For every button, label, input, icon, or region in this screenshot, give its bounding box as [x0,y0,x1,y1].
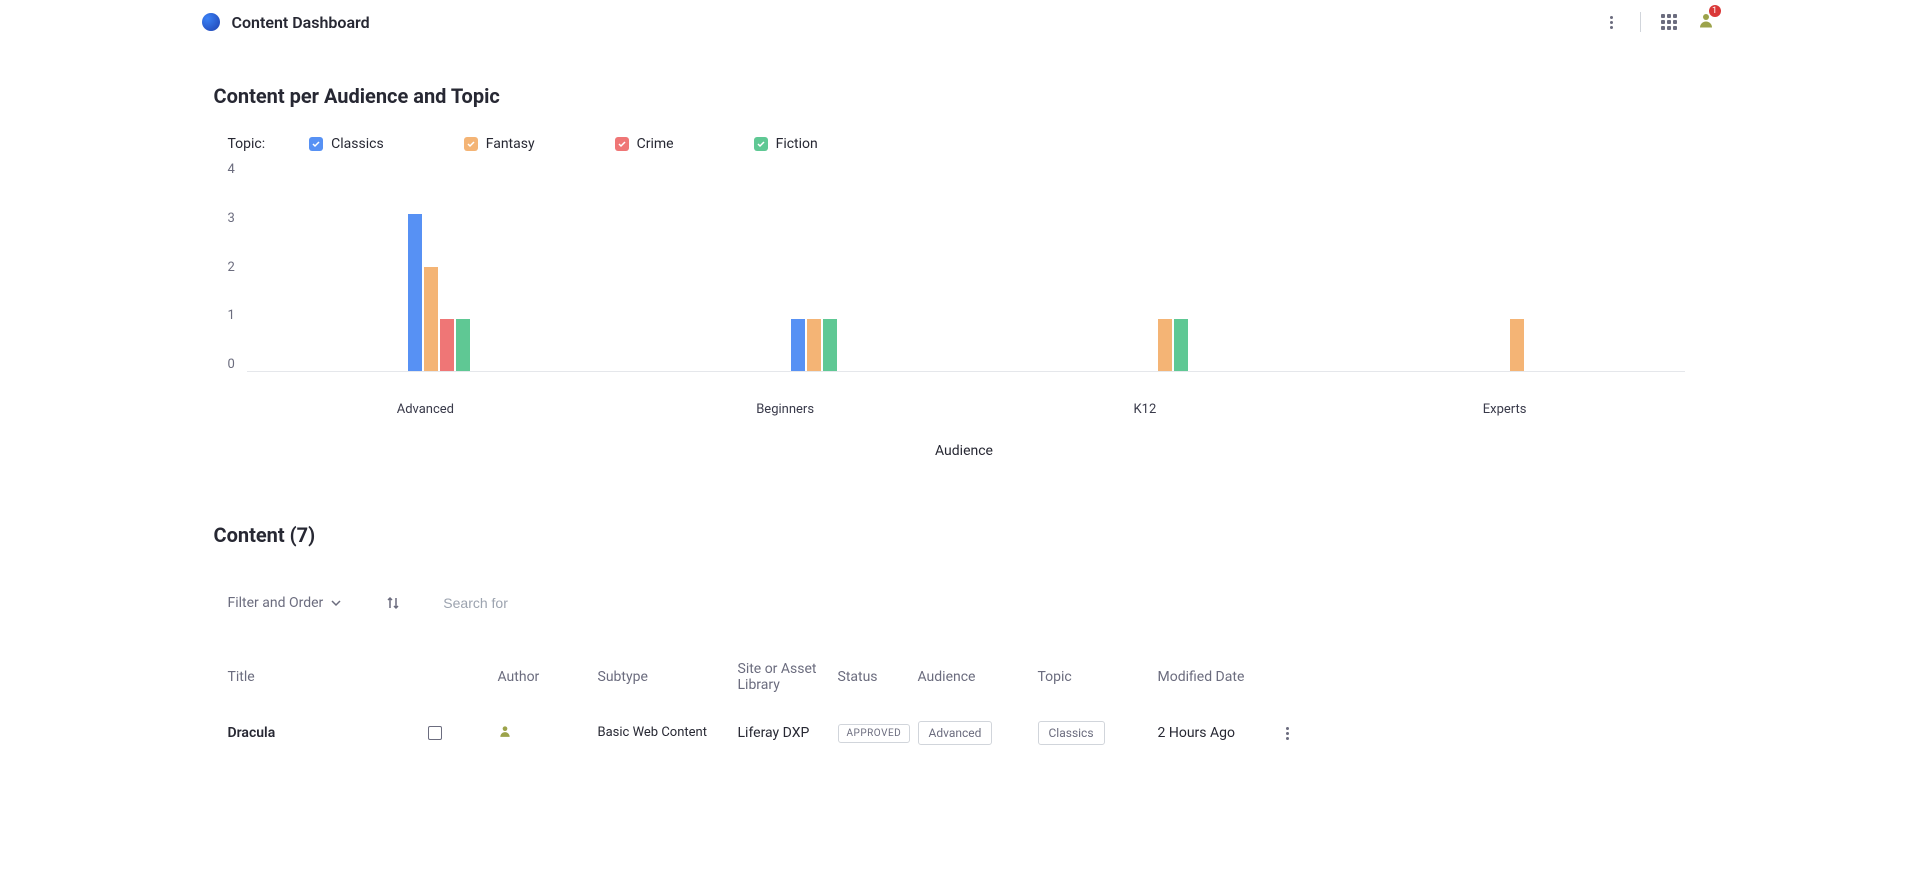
checkbox-icon [615,137,629,151]
status-badge: APPROVED [838,724,911,743]
search-button[interactable] [1691,593,1715,613]
y-tick: 2 [228,260,235,275]
bar-group [1158,162,1188,371]
y-tick: 4 [228,162,235,177]
filter-order-label: Filter and Order [228,595,324,611]
audience-tag: Advanced [918,721,993,745]
bar[interactable] [1174,319,1188,371]
y-tick: 1 [228,308,235,323]
bar-group [791,162,837,371]
legend-item-fantasy[interactable]: Fantasy [464,136,535,152]
user-icon [498,724,512,738]
table-header: Title Author Subtype Site or Asset Libra… [214,647,1715,707]
bar[interactable] [456,319,470,371]
cell-status: APPROVED [838,724,918,743]
search-wrap [431,587,1714,619]
legend-item-fiction[interactable]: Fiction [754,136,818,152]
legend-label: Crime [637,136,674,152]
caret-down-icon [331,598,341,608]
col-audience[interactable]: Audience [918,669,1038,685]
checkbox-icon [464,137,478,151]
bar-group [408,162,470,371]
chart-x-axis-label: Audience [214,443,1715,459]
row-menu-button[interactable] [1268,727,1308,740]
bar-group [1510,162,1524,371]
notification-badge: 1 [1709,5,1721,17]
sort-direction-button[interactable] [383,593,403,613]
legend-label: Fantasy [486,136,535,152]
bar[interactable] [1158,319,1172,371]
x-tick-label: Experts [1325,402,1685,417]
bar[interactable] [823,319,837,371]
chart-y-axis: 4 3 2 1 0 [228,162,247,372]
legend-label: Classics [331,136,384,152]
header-right: 1 [1602,11,1715,33]
checkbox-icon [754,137,768,151]
cell-topic: Classics [1038,721,1158,745]
bar[interactable] [408,214,422,371]
cell-subtype: Basic Web Content [598,725,738,742]
col-site[interactable]: Site or Asset Library [738,661,838,693]
cell-title: Dracula [228,725,428,741]
ellipsis-vertical-icon [1268,727,1308,740]
col-author[interactable]: Author [498,669,598,685]
document-icon [428,726,442,740]
filter-order-button[interactable]: Filter and Order [214,589,356,617]
apps-grid-icon [1661,14,1677,30]
legend-item-classics[interactable]: Classics [309,136,384,152]
sort-icon [385,595,401,611]
topic-tag: Classics [1038,721,1105,745]
col-topic[interactable]: Topic [1038,669,1158,685]
col-status[interactable]: Status [838,669,918,685]
cell-audience: Advanced [918,721,1038,745]
legend-item-crime[interactable]: Crime [615,136,674,152]
ellipsis-vertical-icon [1610,16,1613,29]
x-tick-label: Advanced [246,402,606,417]
y-tick: 3 [228,211,235,226]
x-tick-label: Beginners [605,402,965,417]
checkbox-icon [309,137,323,151]
header-divider [1640,12,1641,32]
bar[interactable] [424,267,438,372]
y-tick: 0 [228,357,235,372]
table-row[interactable]: Dracula Basic Web ContentLiferay DXPAPPRO… [214,707,1715,759]
apps-menu-button[interactable] [1659,12,1679,32]
chart-legend: Topic: Classics Fantasy Crime Fiction [228,136,1715,152]
col-modified[interactable]: Modified Date [1158,669,1268,685]
content-toolbar: Filter and Order [214,575,1715,631]
user-menu-button[interactable]: 1 [1697,11,1715,33]
chart-section-title: Content per Audience and Topic [214,84,1715,108]
bar[interactable] [440,319,454,371]
legend-label: Fiction [776,136,818,152]
x-tick-label: K12 [965,402,1325,417]
search-input[interactable] [431,587,1690,619]
chart-x-labels: AdvancedBeginnersK12Experts [246,402,1685,417]
bar[interactable] [1510,319,1524,371]
app-header: Content Dashboard 1 [174,0,1743,44]
bar[interactable] [791,319,805,371]
col-title[interactable]: Title [228,669,428,685]
app-title: Content Dashboard [232,13,370,32]
chart-area: 4 3 2 1 0 [228,162,1685,392]
cell-author [498,724,598,742]
col-subtype[interactable]: Subtype [598,669,738,685]
chart-plot [247,162,1685,372]
cell-type-icon [428,726,498,740]
content-table: Title Author Subtype Site or Asset Libra… [214,647,1715,759]
cell-modified: 2 Hours Ago [1158,725,1268,741]
cell-site: Liferay DXP [738,725,838,741]
header-left: Content Dashboard [202,13,370,32]
bar[interactable] [807,319,821,371]
content-section-title: Content (7) [214,523,1715,547]
app-logo [202,13,220,31]
legend-topic-label: Topic: [228,136,266,152]
header-menu-button[interactable] [1602,12,1622,32]
